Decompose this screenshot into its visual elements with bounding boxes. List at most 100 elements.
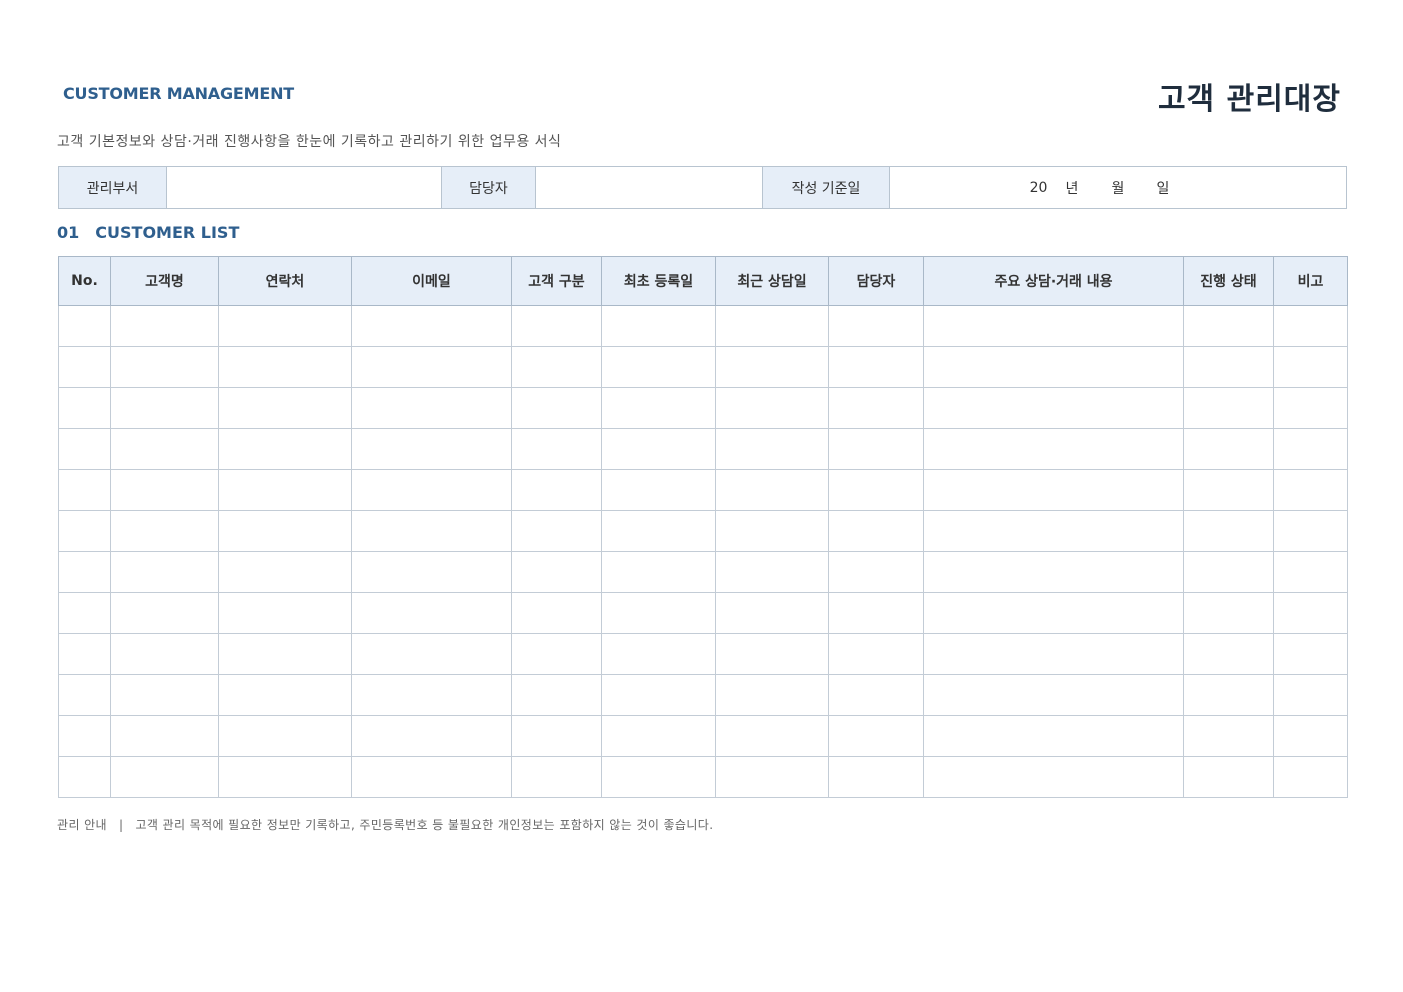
table-cell[interactable]	[601, 510, 716, 552]
table-cell[interactable]	[1183, 551, 1274, 593]
table-cell[interactable]	[828, 346, 924, 388]
table-cell[interactable]	[351, 592, 512, 634]
table-cell[interactable]	[110, 510, 219, 552]
table-cell[interactable]	[828, 715, 924, 757]
table-cell[interactable]	[1273, 428, 1348, 470]
table-cell[interactable]	[715, 346, 829, 388]
table-cell[interactable]	[58, 592, 111, 634]
table-cell[interactable]	[1183, 510, 1274, 552]
table-cell[interactable]	[58, 551, 111, 593]
table-cell[interactable]	[923, 346, 1184, 388]
table-cell[interactable]	[218, 510, 352, 552]
table-cell[interactable]	[601, 469, 716, 511]
table-cell[interactable]	[828, 551, 924, 593]
table-cell[interactable]	[110, 715, 219, 757]
table-cell[interactable]	[218, 592, 352, 634]
table-cell[interactable]	[715, 469, 829, 511]
table-cell[interactable]	[110, 428, 219, 470]
table-cell[interactable]	[58, 633, 111, 675]
table-cell[interactable]	[601, 387, 716, 429]
table-cell[interactable]	[828, 510, 924, 552]
table-cell[interactable]	[1273, 715, 1348, 757]
table-cell[interactable]	[58, 469, 111, 511]
table-cell[interactable]	[58, 510, 111, 552]
table-cell[interactable]	[923, 387, 1184, 429]
table-cell[interactable]	[511, 715, 602, 757]
table-cell[interactable]	[218, 674, 352, 716]
table-cell[interactable]	[218, 387, 352, 429]
table-cell[interactable]	[715, 510, 829, 552]
table-cell[interactable]	[1183, 715, 1274, 757]
table-cell[interactable]	[110, 346, 219, 388]
table-cell[interactable]	[1273, 756, 1348, 798]
table-cell[interactable]	[601, 592, 716, 634]
table-cell[interactable]	[1183, 305, 1274, 347]
table-cell[interactable]	[1183, 592, 1274, 634]
table-cell[interactable]	[218, 428, 352, 470]
table-cell[interactable]	[828, 305, 924, 347]
table-cell[interactable]	[923, 715, 1184, 757]
table-cell[interactable]	[511, 551, 602, 593]
table-cell[interactable]	[58, 756, 111, 798]
table-cell[interactable]	[110, 387, 219, 429]
table-cell[interactable]	[110, 756, 219, 798]
table-cell[interactable]	[218, 469, 352, 511]
table-cell[interactable]	[351, 674, 512, 716]
table-cell[interactable]	[351, 469, 512, 511]
table-cell[interactable]	[715, 756, 829, 798]
table-cell[interactable]	[828, 469, 924, 511]
table-cell[interactable]	[828, 633, 924, 675]
table-cell[interactable]	[511, 305, 602, 347]
table-cell[interactable]	[715, 428, 829, 470]
table-cell[interactable]	[828, 756, 924, 798]
table-cell[interactable]	[218, 633, 352, 675]
table-cell[interactable]	[601, 551, 716, 593]
table-cell[interactable]	[715, 715, 829, 757]
table-cell[interactable]	[58, 674, 111, 716]
table-cell[interactable]	[715, 387, 829, 429]
table-cell[interactable]	[1183, 428, 1274, 470]
table-cell[interactable]	[601, 674, 716, 716]
table-cell[interactable]	[218, 715, 352, 757]
table-cell[interactable]	[601, 346, 716, 388]
table-cell[interactable]	[923, 674, 1184, 716]
table-cell[interactable]	[351, 305, 512, 347]
table-cell[interactable]	[218, 346, 352, 388]
table-cell[interactable]	[715, 305, 829, 347]
table-cell[interactable]	[601, 428, 716, 470]
table-cell[interactable]	[511, 469, 602, 511]
table-cell[interactable]	[511, 756, 602, 798]
table-cell[interactable]	[58, 346, 111, 388]
table-cell[interactable]	[923, 428, 1184, 470]
table-cell[interactable]	[511, 387, 602, 429]
table-cell[interactable]	[351, 551, 512, 593]
table-cell[interactable]	[58, 387, 111, 429]
table-cell[interactable]	[1273, 633, 1348, 675]
table-cell[interactable]	[58, 428, 111, 470]
table-cell[interactable]	[923, 756, 1184, 798]
table-cell[interactable]	[110, 633, 219, 675]
table-cell[interactable]	[601, 305, 716, 347]
table-cell[interactable]	[1183, 633, 1274, 675]
table-cell[interactable]	[1273, 387, 1348, 429]
table-cell[interactable]	[601, 633, 716, 675]
table-cell[interactable]	[58, 305, 111, 347]
table-cell[interactable]	[923, 633, 1184, 675]
table-cell[interactable]	[110, 551, 219, 593]
dept-field[interactable]	[167, 167, 442, 208]
table-cell[interactable]	[1273, 346, 1348, 388]
table-cell[interactable]	[351, 387, 512, 429]
table-cell[interactable]	[1273, 469, 1348, 511]
table-cell[interactable]	[1183, 674, 1274, 716]
table-cell[interactable]	[601, 756, 716, 798]
table-cell[interactable]	[58, 715, 111, 757]
table-cell[interactable]	[828, 592, 924, 634]
table-cell[interactable]	[218, 756, 352, 798]
table-cell[interactable]	[110, 305, 219, 347]
table-cell[interactable]	[715, 674, 829, 716]
table-cell[interactable]	[511, 510, 602, 552]
table-cell[interactable]	[511, 428, 602, 470]
table-cell[interactable]	[351, 510, 512, 552]
table-cell[interactable]	[218, 551, 352, 593]
table-cell[interactable]	[351, 346, 512, 388]
